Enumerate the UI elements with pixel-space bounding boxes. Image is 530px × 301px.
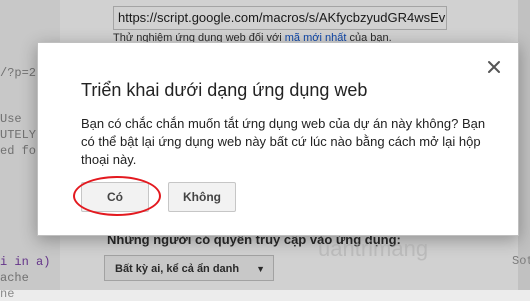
disable-web-app-dialog: Triển khai dưới dạng ứng dụng web Bạn có… <box>37 42 519 236</box>
no-button[interactable]: Không <box>168 182 236 212</box>
close-icon[interactable] <box>486 59 502 75</box>
watermark-logo: uantrimang <box>318 236 429 261</box>
highlight-circle <box>73 176 161 216</box>
dialog-message: Bạn có chắc chắn muốn tắt ứng dụng web c… <box>81 116 486 167</box>
dialog-title: Triển khai dưới dạng ứng dụng web <box>81 80 368 100</box>
